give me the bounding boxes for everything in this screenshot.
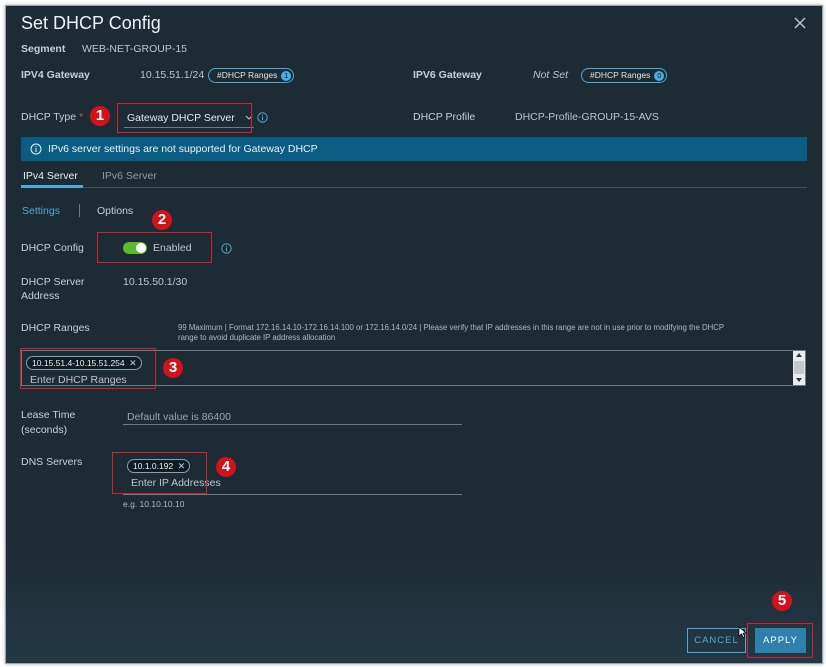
highlight-box-5 bbox=[747, 623, 813, 658]
ipv6-gateway-value: Not Set bbox=[533, 69, 569, 81]
callout-1: 1 bbox=[90, 106, 110, 126]
info-icon[interactable] bbox=[257, 112, 268, 123]
segment-label: Segment bbox=[21, 43, 66, 55]
ipv6-dhcp-ranges-count: 0 bbox=[654, 70, 665, 81]
lease-time-placeholder: Default value is 86400 bbox=[127, 411, 231, 423]
subtab-divider bbox=[79, 204, 80, 217]
scrollbar-thumb[interactable] bbox=[794, 361, 804, 374]
ipv4-dhcp-ranges-count: 1 bbox=[281, 70, 292, 81]
server-address-label-line2: Address bbox=[21, 290, 60, 302]
subtab-settings[interactable]: Settings bbox=[22, 205, 60, 217]
ipv4-gateway-value: 10.15.51.1/24 bbox=[140, 69, 205, 81]
toggle-label: Enabled bbox=[153, 242, 192, 254]
segment-value: WEB-NET-GROUP-15 bbox=[82, 43, 188, 55]
ipv4-dhcp-ranges-pill-label: #DHCP Ranges bbox=[217, 70, 278, 80]
info-icon bbox=[30, 143, 42, 155]
dhcp-ranges-hint-line2: range to avoid duplicate IP address allo… bbox=[178, 333, 336, 342]
callout-3: 3 bbox=[163, 358, 183, 378]
dialog-title: Set DHCP Config bbox=[21, 13, 161, 33]
callout-5: 5 bbox=[772, 591, 792, 611]
scroll-down-arrow[interactable] bbox=[796, 378, 802, 382]
tab-ipv4-server[interactable]: IPv4 Server bbox=[23, 170, 78, 182]
info-icon[interactable] bbox=[221, 243, 232, 254]
callout-4: 4 bbox=[216, 457, 236, 477]
required-mark: * bbox=[78, 111, 84, 123]
ipv6-dhcp-ranges-pill[interactable]: #DHCP Ranges 0 bbox=[581, 68, 668, 83]
scroll-up-arrow[interactable] bbox=[796, 353, 802, 357]
dhcp-ranges-hint-line1: 99 Maximum | Format 172.16.14.10-172.16.… bbox=[178, 323, 725, 332]
ipv6-gateway-label: IPV6 Gateway bbox=[413, 69, 482, 81]
highlight-box-3 bbox=[20, 348, 156, 389]
dhcp-config-dialog: Set DHCP Config Segment WEB-NET-GROUP-15… bbox=[5, 5, 823, 664]
highlight-box-4 bbox=[112, 452, 207, 494]
dhcp-profile-value: DHCP-Profile-GROUP-15-AVS bbox=[515, 111, 659, 123]
server-address-value: 10.15.50.1/30 bbox=[123, 276, 188, 288]
dns-servers-label: DNS Servers bbox=[21, 456, 83, 468]
dhcp-config-toggle[interactable] bbox=[123, 242, 147, 254]
highlight-box-1 bbox=[117, 103, 252, 133]
scrollbar[interactable] bbox=[793, 351, 805, 385]
lease-time-label-line1: Lease Time bbox=[21, 409, 76, 421]
tabs-divider bbox=[21, 187, 807, 188]
lease-time-input[interactable]: Default value is 86400 bbox=[123, 406, 462, 425]
mouse-cursor-icon bbox=[738, 626, 747, 638]
dhcp-config-label: DHCP Config bbox=[21, 242, 84, 254]
ipv4-gateway-label: IPV4 Gateway bbox=[21, 69, 90, 81]
dhcp-profile-label: DHCP Profile bbox=[413, 111, 476, 123]
ipv4-dhcp-ranges-pill[interactable]: #DHCP Ranges 1 bbox=[208, 68, 295, 83]
dns-example-hint: e.g. 10.10.10.10 bbox=[123, 499, 185, 509]
active-tab-indicator bbox=[21, 185, 83, 188]
server-address-label-line1: DHCP Server bbox=[21, 276, 85, 288]
banner-text: IPv6 server settings are not supported f… bbox=[48, 143, 318, 155]
callout-2: 2 bbox=[152, 210, 172, 230]
toggle-knob bbox=[136, 243, 146, 253]
ipv6-dhcp-ranges-pill-label: #DHCP Ranges bbox=[590, 70, 651, 80]
subtab-options[interactable]: Options bbox=[97, 205, 133, 217]
tab-ipv6-server[interactable]: IPv6 Server bbox=[102, 170, 157, 182]
dhcp-ranges-label: DHCP Ranges bbox=[21, 322, 90, 334]
close-icon[interactable] bbox=[792, 15, 808, 31]
lease-time-label-line2: (seconds) bbox=[21, 424, 68, 436]
dhcp-type-label: DHCP Type * bbox=[21, 111, 83, 123]
info-banner: IPv6 server settings are not supported f… bbox=[21, 137, 807, 161]
dhcp-type-label-text: DHCP Type bbox=[21, 111, 77, 123]
dhcp-ranges-hint: 99 Maximum | Format 172.16.14.10-172.16.… bbox=[178, 323, 808, 343]
